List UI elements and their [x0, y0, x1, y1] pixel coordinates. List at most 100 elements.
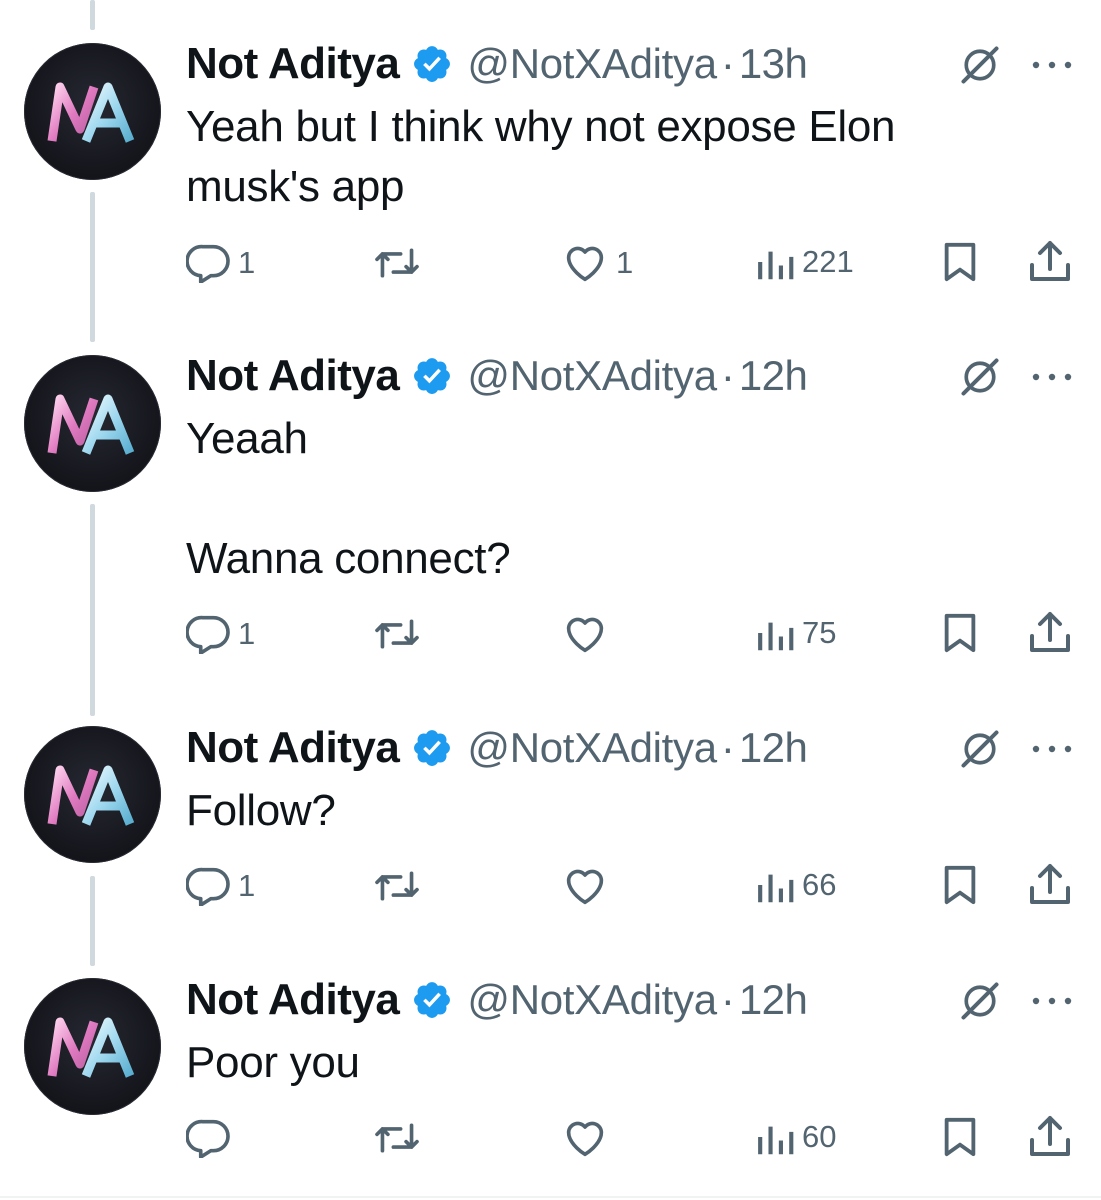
repost-icon	[375, 248, 419, 278]
share-icon	[1030, 864, 1070, 904]
share-button[interactable]	[1028, 1114, 1072, 1158]
reply-button[interactable]: 1	[186, 866, 255, 906]
handle[interactable]: @NotXAditya	[467, 976, 717, 1024]
tweet-text: Yeah but I think why not expose Elon mus…	[186, 102, 896, 211]
reply-icon	[186, 244, 230, 283]
timestamp[interactable]: 12h	[739, 976, 808, 1024]
avatar-logo-icon	[47, 765, 135, 826]
views-count: 66	[802, 867, 837, 902]
reply-button[interactable]: 1	[186, 243, 255, 283]
tweet[interactable]: Not Aditya @NotXAditya · 12h Follow? 1 6…	[0, 700, 1101, 950]
display-name[interactable]: Not Aditya	[186, 39, 400, 89]
timestamp[interactable]: 12h	[739, 352, 808, 400]
tweet-header: Not Aditya @NotXAditya · 12h	[186, 723, 808, 773]
like-icon	[566, 617, 604, 653]
bookmark-icon	[944, 1117, 976, 1157]
views-button[interactable]: 221	[754, 243, 854, 281]
like-icon	[566, 246, 604, 282]
repost-icon	[375, 871, 419, 901]
reply-button[interactable]: 1	[186, 614, 255, 654]
timestamp[interactable]: 13h	[739, 40, 808, 88]
reply-button[interactable]	[186, 1118, 238, 1158]
like-button[interactable]	[562, 1118, 616, 1158]
share-icon	[1030, 1116, 1070, 1156]
tweet-text: Follow?	[186, 786, 336, 835]
separator-dot: ·	[720, 976, 735, 1023]
repost-button[interactable]	[372, 1118, 430, 1158]
bookmark-button[interactable]	[940, 1116, 980, 1158]
like-icon	[566, 869, 604, 905]
tweet-header: Not Aditya @NotXAditya · 12h	[186, 351, 808, 401]
views-icon	[758, 1126, 794, 1155]
handle[interactable]: @NotXAditya	[467, 40, 717, 88]
share-button[interactable]	[1028, 862, 1072, 906]
bookmark-button[interactable]	[940, 241, 980, 283]
grok-icon[interactable]	[958, 979, 1002, 1023]
like-button[interactable]: 1	[562, 243, 633, 283]
tweet[interactable]: Not Aditya @NotXAditya · 13h Yeah but I …	[0, 0, 1101, 330]
repost-icon	[375, 619, 419, 649]
display-name[interactable]: Not Aditya	[186, 723, 400, 773]
views-button[interactable]: 75	[754, 614, 836, 652]
views-count: 221	[802, 244, 854, 279]
handle[interactable]: @NotXAditya	[467, 352, 717, 400]
like-button[interactable]	[562, 866, 616, 906]
repost-button[interactable]	[372, 614, 430, 654]
verified-badge-icon	[414, 358, 451, 394]
grok-icon[interactable]	[958, 727, 1002, 771]
separator-dot: ·	[720, 724, 735, 771]
verified-badge-icon	[414, 730, 451, 766]
views-button[interactable]: 60	[754, 1118, 836, 1156]
grok-icon[interactable]	[958, 43, 1002, 87]
share-button[interactable]	[1028, 239, 1072, 283]
avatar-logo-icon	[47, 1017, 135, 1078]
avatar-logo-icon	[47, 394, 135, 455]
grok-icon[interactable]	[958, 355, 1002, 399]
views-count: 60	[802, 1119, 837, 1154]
bookmark-button[interactable]	[940, 612, 980, 654]
repost-icon	[375, 1123, 419, 1153]
share-button[interactable]	[1028, 610, 1072, 654]
bookmark-icon	[944, 242, 976, 282]
like-icon	[566, 1121, 604, 1157]
divider	[0, 1196, 1101, 1198]
repost-button[interactable]	[372, 866, 430, 906]
tweet-header: Not Aditya @NotXAditya · 13h	[186, 39, 808, 89]
views-button[interactable]: 66	[754, 866, 836, 904]
verified-badge-icon	[414, 46, 451, 82]
bookmark-button[interactable]	[940, 864, 980, 906]
bookmark-icon	[944, 613, 976, 653]
display-name[interactable]: Not Aditya	[186, 351, 400, 401]
like-button[interactable]	[562, 614, 616, 654]
tweet[interactable]: Not Aditya @NotXAditya · 12h Poor you 60	[0, 950, 1101, 1196]
views-icon	[758, 622, 794, 651]
tweet-text: Yeaah Wanna connect?	[186, 414, 511, 583]
avatar[interactable]	[24, 355, 161, 492]
views-count: 75	[802, 615, 837, 650]
reply-icon	[186, 1119, 230, 1158]
display-name[interactable]: Not Aditya	[186, 975, 400, 1025]
like-count: 1	[616, 245, 634, 280]
more-options-icon[interactable]	[1030, 994, 1074, 1008]
views-icon	[758, 874, 794, 903]
avatar-logo-icon	[47, 82, 135, 143]
tweet[interactable]: Not Aditya @NotXAditya · 12h Yeaah Wanna…	[0, 330, 1101, 700]
share-icon	[1030, 612, 1070, 652]
avatar[interactable]	[24, 43, 161, 180]
more-options-icon[interactable]	[1030, 370, 1074, 384]
bookmark-icon	[944, 865, 976, 905]
repost-button[interactable]	[372, 243, 430, 283]
avatar[interactable]	[24, 726, 161, 863]
reply-count: 1	[238, 616, 256, 651]
views-icon	[758, 251, 794, 280]
separator-dot: ·	[720, 352, 735, 399]
reply-icon	[186, 615, 230, 654]
more-options-icon[interactable]	[1030, 58, 1074, 72]
tweet-header: Not Aditya @NotXAditya · 12h	[186, 975, 808, 1025]
tweet-text: Poor you	[186, 1038, 360, 1087]
verified-badge-icon	[414, 982, 451, 1018]
avatar[interactable]	[24, 978, 161, 1115]
more-options-icon[interactable]	[1030, 742, 1074, 756]
handle[interactable]: @NotXAditya	[467, 724, 717, 772]
timestamp[interactable]: 12h	[739, 724, 808, 772]
